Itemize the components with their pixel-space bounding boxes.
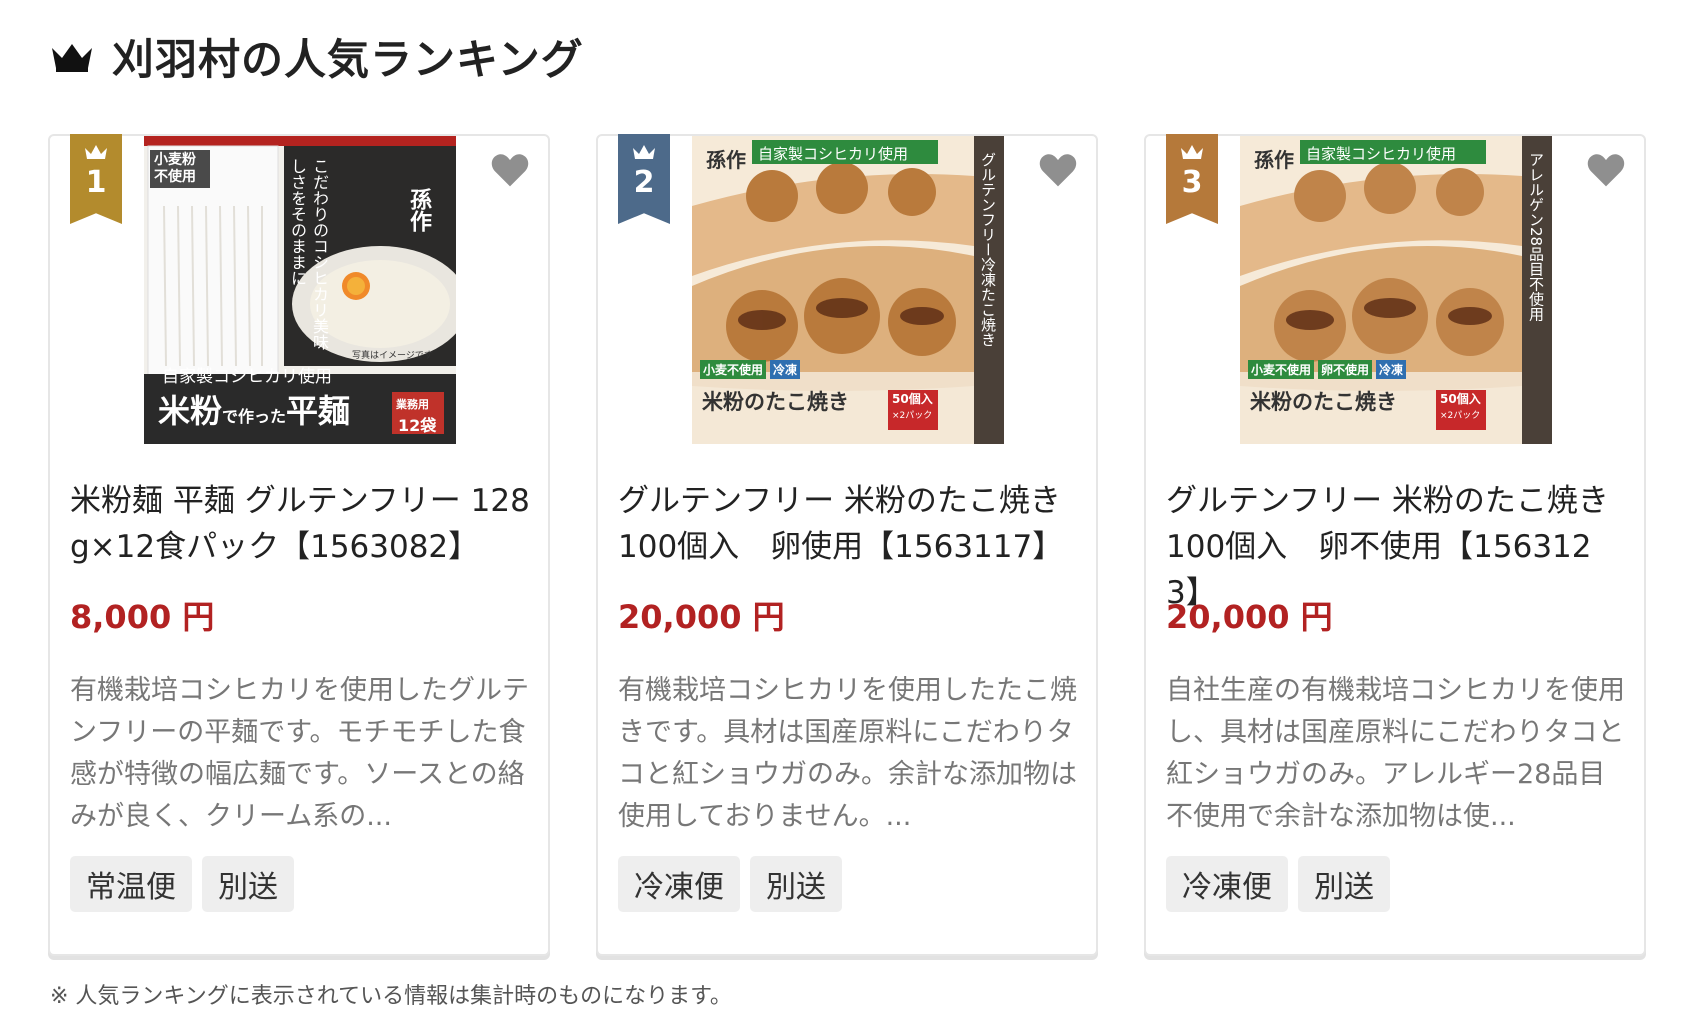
product-title[interactable]: グルテンフリー 米粉のたこ焼き 100個入 卵使用【1563117】 <box>618 478 1078 570</box>
image-product-name: 米粉のたこ焼き <box>1250 390 1397 414</box>
product-description: 有機栽培コシヒカリを使用したたこ焼きです。具材は国産原料にこだわりタコと紅ショウ… <box>618 675 1077 832</box>
heart-icon <box>1587 154 1625 187</box>
image-note: 写真はイメージです <box>352 351 433 361</box>
rank-number: 2 <box>633 165 655 200</box>
product-price: 8,000 円 <box>70 598 215 636</box>
product-title[interactable]: 米粉麺 平麺 グルテンフリー 128g×12食パック【1563082】 <box>70 478 530 570</box>
ranking-card-2[interactable]: 2 孫作 自家製コシヒカリ使用 グルテンフリー冷凍たこ焼き 小麦不使用 冷凍 米… <box>596 134 1098 956</box>
image-product-name: 米粉のたこ焼き <box>702 390 849 414</box>
ranking-heading: 刈羽村の人気ランキング <box>50 26 584 87</box>
tag-list: 冷凍便 別送 <box>618 856 842 912</box>
image-side-text: グルテンフリー冷凍たこ焼き <box>979 152 997 347</box>
heart-icon <box>491 154 529 187</box>
no-wheat-badge: 小麦粉 不使用 <box>150 150 210 188</box>
crown-icon <box>85 145 107 159</box>
brand-mark: 孫作 <box>706 148 746 172</box>
favorite-heart-button[interactable] <box>1584 148 1628 192</box>
image-side-text: アレルゲン28品目不使用 <box>1527 152 1545 322</box>
product-price: 20,000 円 <box>618 598 785 636</box>
crown-icon <box>52 43 92 72</box>
image-vertical-copy: こだわりのコシヒカリ美味しさをそのままに <box>288 158 329 350</box>
brand-mark: 孫作 <box>1254 148 1294 172</box>
product-price: 20,000 円 <box>1166 598 1333 636</box>
tag-list: 冷凍便 別送 <box>1166 856 1390 912</box>
image-labels: 小麦不使用 冷凍 <box>700 360 801 379</box>
ranking-title: 刈羽村の人気ランキング <box>112 35 584 84</box>
favorite-heart-button[interactable] <box>1036 148 1080 192</box>
rank-badge: 1 <box>70 134 122 224</box>
ranking-card-1[interactable]: 1 小麦粉 不使用 こだわりのコシヒカリ美味しさをそのままに 孫作 写真はイメー… <box>48 134 550 956</box>
image-labels: 小麦不使用 卵不使用 冷凍 <box>1248 360 1407 379</box>
product-description: 自社生産の有機栽培コシヒカリを使用し、具材は国産原料にこだわりタコと紅ショウガの… <box>1166 675 1625 832</box>
rank-badge: 2 <box>618 134 670 224</box>
tag-shipping: 常温便 <box>70 856 192 912</box>
rank-badge: 3 <box>1166 134 1218 224</box>
heart-icon <box>1039 154 1077 187</box>
ranking-footnote: ※ 人気ランキングに表示されている情報は集計時のものになります。 <box>50 984 732 1009</box>
image-top-banner: 自家製コシヒカリ使用 <box>1306 145 1457 163</box>
tag-separate: 別送 <box>750 856 842 912</box>
product-image[interactable]: 孫作 自家製コシヒカリ使用 グルテンフリー冷凍たこ焼き 小麦不使用 冷凍 米粉の… <box>692 136 1004 444</box>
tag-list: 常温便 別送 <box>70 856 294 912</box>
tag-separate: 別送 <box>1298 856 1390 912</box>
tag-shipping: 冷凍便 <box>618 856 740 912</box>
product-image[interactable]: 小麦粉 不使用 こだわりのコシヒカリ美味しさをそのままに 孫作 写真はイメージで… <box>144 136 456 444</box>
favorite-heart-button[interactable] <box>488 148 532 192</box>
ranking-section: 刈羽村の人気ランキング 1 小麦粉 不使用 こだわりのコシヒカリ美味しさをそのま… <box>0 0 1688 1034</box>
tag-shipping: 冷凍便 <box>1166 856 1288 912</box>
crown-icon <box>1181 145 1203 159</box>
product-image[interactable]: 孫作 自家製コシヒカリ使用 アレルゲン28品目不使用 小麦不使用 卵不使用 冷凍… <box>1240 136 1552 444</box>
tag-separate: 別送 <box>202 856 294 912</box>
ranking-card-3[interactable]: 3 孫作 自家製コシヒカリ使用 アレルゲン28品目不使用 小麦不使用 卵不使用 … <box>1144 134 1646 956</box>
rank-number: 3 <box>1181 165 1203 200</box>
image-top-banner: 自家製コシヒカリ使用 <box>758 145 909 163</box>
brand-mark: 孫作 <box>406 188 431 232</box>
image-line1: 自家製コシヒカリ使用 <box>162 367 332 387</box>
image-line2: 米粉で作った平麺 <box>158 392 351 430</box>
product-description: 有機栽培コシヒカリを使用したグルテンフリーの平麺です。モチモチした食感が特徴の幅… <box>70 675 529 832</box>
rank-number: 1 <box>85 165 107 200</box>
crown-icon <box>633 145 655 159</box>
